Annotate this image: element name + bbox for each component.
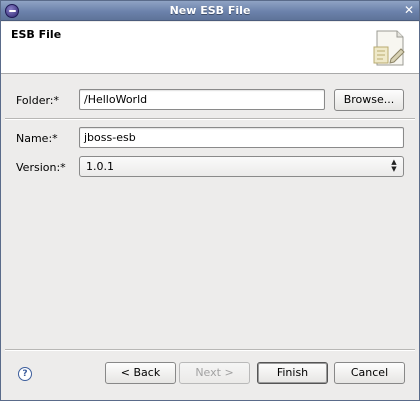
document-wizard-icon [373, 30, 405, 66]
cancel-button[interactable]: Cancel [334, 362, 405, 384]
button-bar-divider [5, 349, 415, 351]
browse-button[interactable]: Browse... [334, 89, 404, 111]
version-selected-value: 1.0.1 [86, 160, 114, 173]
window-title: New ESB File [169, 4, 251, 17]
back-button[interactable]: < Back [105, 362, 176, 384]
page-title: ESB File [11, 28, 62, 41]
finish-button[interactable]: Finish [257, 362, 328, 384]
name-field[interactable]: jboss-esb [79, 127, 404, 148]
title-bar[interactable]: New ESB File ✕ [1, 1, 419, 21]
version-select[interactable]: 1.0.1 ▲ ▼ [79, 156, 404, 177]
close-window-button[interactable]: ✕ [402, 4, 416, 18]
next-button[interactable]: Next > [179, 362, 250, 384]
folder-field[interactable]: /HelloWorld [79, 89, 325, 110]
form-divider [5, 118, 415, 120]
updown-arrows-icon: ▲ ▼ [391, 158, 397, 173]
wizard-header: ESB File [1, 22, 419, 74]
name-label: Name:* [16, 132, 58, 145]
help-icon[interactable]: ? [18, 367, 32, 381]
version-label: Version:* [16, 161, 66, 174]
new-esb-file-dialog: New ESB File ✕ ESB File Folder:* /HelloW… [0, 0, 420, 401]
folder-label: Folder:* [16, 94, 60, 107]
